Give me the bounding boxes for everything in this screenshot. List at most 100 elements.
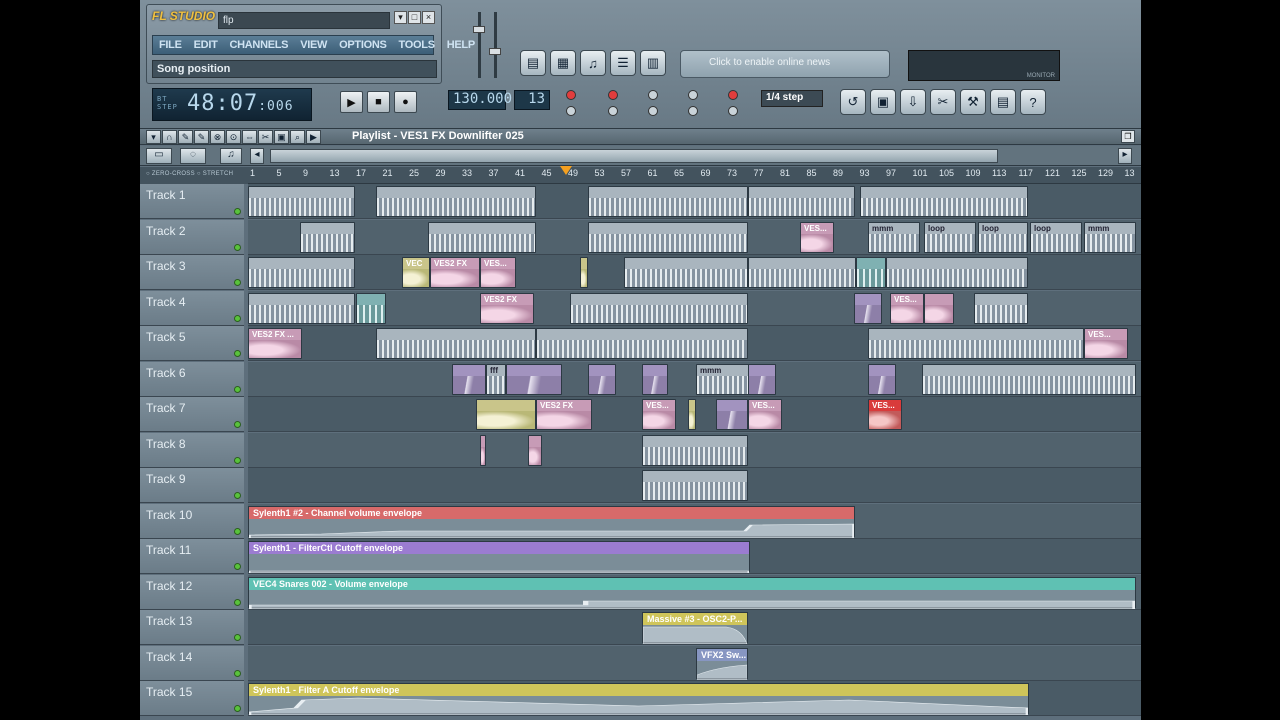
track-name[interactable]: Track 3 xyxy=(140,255,244,290)
pattern-clip[interactable] xyxy=(248,257,355,288)
track-mute-led[interactable] xyxy=(234,279,241,286)
magnet-icon[interactable]: ∩ xyxy=(162,130,177,144)
track-mute-led[interactable] xyxy=(234,705,241,712)
pattern-clip[interactable]: VES2 FX xyxy=(536,399,592,430)
pattern-clip[interactable] xyxy=(570,292,748,324)
pattern-clip[interactable] xyxy=(642,363,668,395)
track-mute-led[interactable] xyxy=(234,492,241,499)
tempo-display[interactable]: 130.000 xyxy=(448,90,512,110)
track-lane[interactable]: VES2 FX ... VES... xyxy=(248,326,1141,361)
track-name[interactable]: Track 11 xyxy=(140,539,244,574)
info-icon[interactable]: ▤ xyxy=(990,89,1016,115)
menu-edit[interactable]: EDIT xyxy=(188,39,224,51)
menu-view[interactable]: VIEW xyxy=(294,39,333,51)
automation-clip[interactable]: Sylenth1 - Filter A Cutoff envelope xyxy=(248,683,1029,715)
track-lane[interactable]: fff mmm xyxy=(248,361,1141,397)
track-lane[interactable] xyxy=(248,468,1141,503)
pattern-clip[interactable] xyxy=(588,186,748,217)
note-icon[interactable]: ♫ xyxy=(220,148,242,164)
scroll-right-button[interactable]: ▸ xyxy=(1118,148,1132,164)
track-lane[interactable]: Sylenth1 - Filter A Cutoff envelope xyxy=(248,681,1141,716)
track-name[interactable]: Track 12 xyxy=(140,574,244,610)
pattern-clip[interactable] xyxy=(854,292,882,324)
pattern-clip[interactable]: loop xyxy=(1030,221,1082,253)
track-name[interactable]: Track 7 xyxy=(140,397,244,432)
menu-options[interactable]: OPTIONS xyxy=(333,39,392,51)
pattern-clip[interactable]: VES... xyxy=(748,399,782,430)
pattern-clip[interactable] xyxy=(748,186,855,217)
slice-icon[interactable]: ✂ xyxy=(258,130,273,144)
pattern-clip[interactable] xyxy=(624,257,748,288)
pattern-clip[interactable] xyxy=(428,221,536,253)
pattern-clip[interactable] xyxy=(922,363,1136,395)
track-lane[interactable] xyxy=(248,184,1141,219)
pattern-clip[interactable]: VES2 FX xyxy=(480,292,534,324)
pattern-selector[interactable]: 13 xyxy=(514,90,550,110)
brush-icon[interactable]: ✎ xyxy=(194,130,209,144)
wrench-icon[interactable]: ⚒ xyxy=(960,89,986,115)
undo-icon[interactable]: ↺ xyxy=(840,89,866,115)
playlist-mode-button[interactable]: ▭ xyxy=(146,148,172,164)
play-button[interactable]: ▶ xyxy=(340,91,363,113)
track-mute-led[interactable] xyxy=(234,314,241,322)
pattern-clip[interactable] xyxy=(974,292,1028,324)
pattern-clip[interactable]: mmm xyxy=(868,221,920,253)
track-mute-led[interactable] xyxy=(234,456,241,464)
pattern-clip[interactable] xyxy=(300,221,355,253)
pattern-clip[interactable] xyxy=(480,434,486,466)
overdub-led[interactable] xyxy=(688,106,698,116)
track-name[interactable]: Track 2 xyxy=(140,219,244,255)
menu-file[interactable]: FILE xyxy=(153,39,188,51)
pattern-clip[interactable]: VES... xyxy=(1084,328,1128,359)
master-volume-slider[interactable] xyxy=(473,26,485,33)
track-mute-led[interactable] xyxy=(234,598,241,606)
menu-tools[interactable]: TOOLS xyxy=(393,39,441,51)
maximize-button[interactable]: □ xyxy=(408,11,421,24)
pattern-clip[interactable] xyxy=(536,328,748,359)
horizontal-scrollbar[interactable] xyxy=(270,149,998,163)
pattern-clip[interactable] xyxy=(886,257,1028,288)
pattern-clip[interactable] xyxy=(248,186,355,217)
pattern-clip[interactable]: VES2 FX ... xyxy=(248,328,302,359)
track-lane[interactable]: VEC4 Snares 002 - Volume envelope xyxy=(248,574,1141,610)
track-lane[interactable]: VES2 FX VES... VES... VES... xyxy=(248,397,1141,432)
track-name[interactable]: Track 14 xyxy=(140,645,244,681)
pattern-clip[interactable] xyxy=(642,470,748,501)
track-name[interactable]: Track 15 xyxy=(140,681,244,716)
pattern-clip[interactable]: VES... xyxy=(868,399,902,430)
pattern-clip[interactable] xyxy=(356,292,386,324)
scrub-led[interactable] xyxy=(648,106,658,116)
pattern-clip[interactable]: fff xyxy=(486,363,506,395)
stop-button[interactable]: ■ xyxy=(367,91,390,113)
track-lane[interactable]: Sylenth1 #2 - Channel volume envelope xyxy=(248,503,1141,539)
pattern-clip[interactable] xyxy=(580,257,588,288)
track-mute-led[interactable] xyxy=(234,350,241,357)
track-lane[interactable]: VEC VES2 FX VES... xyxy=(248,255,1141,290)
save-icon[interactable]: ▣ xyxy=(870,89,896,115)
track-lane[interactable]: VES2 FX VES... xyxy=(248,290,1141,326)
pattern-clip[interactable] xyxy=(748,257,856,288)
pattern-clip[interactable] xyxy=(924,292,954,324)
pattern-clip[interactable] xyxy=(588,221,748,253)
close-button[interactable]: × xyxy=(422,11,435,24)
pattern-clip[interactable] xyxy=(642,434,748,466)
snap-selector[interactable]: 1/4 step xyxy=(761,90,823,107)
pattern-clip[interactable] xyxy=(506,363,562,395)
track-name[interactable]: Track 13 xyxy=(140,610,244,645)
select-icon[interactable]: ▣ xyxy=(274,130,289,144)
master-pitch-slider[interactable] xyxy=(489,48,501,55)
automation-clip[interactable]: VFX2 Sw... xyxy=(696,647,748,680)
pattern-clip[interactable]: VES... xyxy=(642,399,676,430)
playlist-maximize-button[interactable]: ❐ xyxy=(1121,130,1135,143)
pattern-clip[interactable] xyxy=(452,363,486,395)
playback-icon[interactable]: ▶ xyxy=(306,130,321,144)
cut-icon[interactable]: ✂ xyxy=(930,89,956,115)
pattern-clip[interactable] xyxy=(248,292,355,324)
typing-led[interactable] xyxy=(566,106,576,116)
snap-led[interactable] xyxy=(728,106,738,116)
pattern-clip[interactable]: VES... xyxy=(800,221,834,253)
pattern-clip[interactable] xyxy=(688,399,696,430)
track-lane[interactable]: VES... mmm loop loop loop mmm xyxy=(248,219,1141,255)
track-lane[interactable]: Sylenth1 - FilterCtl Cutoff envelope xyxy=(248,539,1141,574)
pattern-clip[interactable] xyxy=(748,363,776,395)
